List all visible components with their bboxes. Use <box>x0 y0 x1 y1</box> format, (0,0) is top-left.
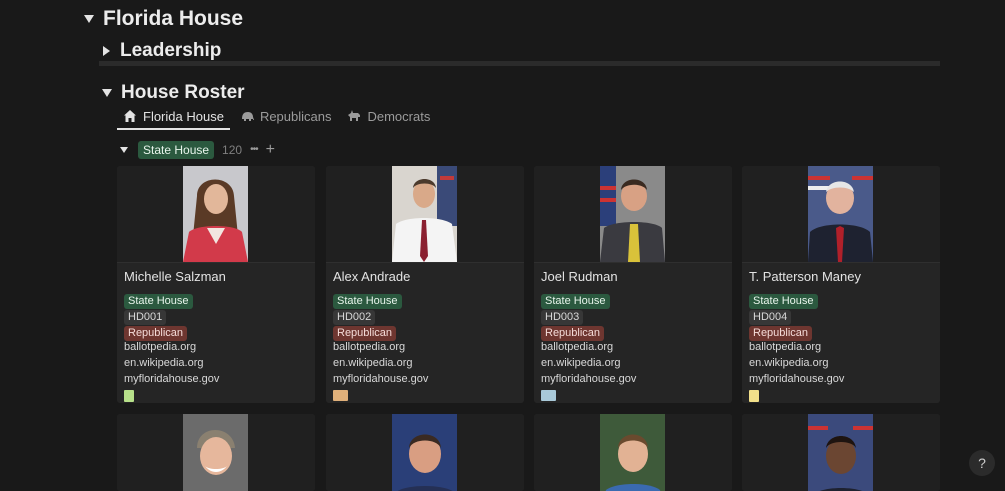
florida-house-toggle[interactable]: Florida House <box>84 7 243 31</box>
ballotpedia-link[interactable]: ballotpedia.org <box>541 339 725 355</box>
file-thumbnail[interactable] <box>124 390 134 402</box>
gallery-card[interactable] <box>117 414 315 491</box>
tab-label: Republicans <box>259 108 332 124</box>
card-cover <box>326 414 524 491</box>
group-header: State House 120 ••• + <box>120 141 275 159</box>
leadership-heading: Leadership <box>120 40 222 61</box>
gallery-card[interactable] <box>326 414 524 491</box>
portrait-photo <box>808 166 873 262</box>
group-label: State House <box>138 141 215 159</box>
expand-triangle-icon <box>103 46 110 56</box>
page-title: Florida House <box>103 7 244 30</box>
section-divider <box>99 61 940 66</box>
tab-republicans[interactable]: Republicans <box>234 104 338 128</box>
file-thumbnail[interactable] <box>333 390 348 401</box>
card-cover <box>742 414 940 491</box>
myfloridahouse-link[interactable]: myfloridahouse.gov <box>749 371 933 387</box>
portrait-photo <box>183 166 248 262</box>
tab-label: Florida House <box>143 108 224 124</box>
wikipedia-link[interactable]: en.wikipedia.org <box>541 355 725 371</box>
card-cover <box>117 414 315 491</box>
portrait-photo <box>600 166 665 262</box>
file-thumbnail[interactable] <box>749 390 759 402</box>
house-roster-toggle[interactable]: House Roster <box>102 82 245 104</box>
leadership-toggle[interactable]: Leadership <box>103 40 221 62</box>
portrait-photo <box>183 414 248 491</box>
file-thumbnail[interactable] <box>541 390 556 401</box>
group-count: 120 <box>222 143 243 157</box>
collapse-triangle-icon <box>84 15 94 23</box>
myfloridahouse-link[interactable]: myfloridahouse.gov <box>124 371 308 387</box>
card-name: Michelle Salzman <box>124 269 226 284</box>
gallery-card[interactable]: Michelle Salzman State House HD001 Repub… <box>117 166 315 403</box>
tab-democrats[interactable]: Democrats <box>341 104 436 128</box>
card-name: T. Patterson Maney <box>749 269 861 284</box>
ballotpedia-link[interactable]: ballotpedia.org <box>124 339 308 355</box>
ballotpedia-link[interactable]: ballotpedia.org <box>333 339 517 355</box>
card-cover <box>534 166 732 263</box>
gallery-card[interactable]: T. Patterson Maney State House HD004 Rep… <box>742 166 940 403</box>
portrait-photo <box>392 414 457 491</box>
add-icon[interactable]: + <box>266 142 275 158</box>
card-cover <box>742 166 940 263</box>
card-name: Joel Rudman <box>541 269 618 284</box>
wikipedia-link[interactable]: en.wikipedia.org <box>749 355 933 371</box>
tab-label: Democrats <box>367 108 431 124</box>
collapse-triangle-icon <box>102 89 112 97</box>
portrait-photo <box>808 414 873 491</box>
portrait-photo <box>392 166 457 262</box>
card-cover <box>117 166 315 263</box>
house-roster-heading: House Roster <box>121 82 245 103</box>
help-button[interactable]: ? <box>969 450 995 476</box>
gallery-card[interactable] <box>534 414 732 491</box>
ballotpedia-link[interactable]: ballotpedia.org <box>749 339 933 355</box>
card-name: Alex Andrade <box>333 269 411 284</box>
portrait-photo <box>600 414 665 491</box>
more-icon[interactable]: ••• <box>250 145 258 155</box>
card-cover <box>326 166 524 263</box>
card-cover <box>534 414 732 491</box>
gallery-card[interactable]: Joel Rudman State House HD003 Republican… <box>534 166 732 403</box>
myfloridahouse-link[interactable]: myfloridahouse.gov <box>333 371 517 387</box>
gallery-card[interactable] <box>742 414 940 491</box>
tab-florida-house[interactable]: Florida House <box>117 104 230 130</box>
myfloridahouse-link[interactable]: myfloridahouse.gov <box>541 371 725 387</box>
view-tabs: Florida House Republicans Democrats <box>117 104 440 130</box>
collapse-triangle-icon[interactable] <box>120 147 128 153</box>
gallery-card[interactable]: Alex Andrade State House HD002 Republica… <box>326 166 524 403</box>
elephant-icon <box>241 112 254 121</box>
wikipedia-link[interactable]: en.wikipedia.org <box>333 355 517 371</box>
wikipedia-link[interactable]: en.wikipedia.org <box>124 355 308 371</box>
donkey-icon <box>348 110 361 121</box>
home-icon <box>124 110 136 122</box>
